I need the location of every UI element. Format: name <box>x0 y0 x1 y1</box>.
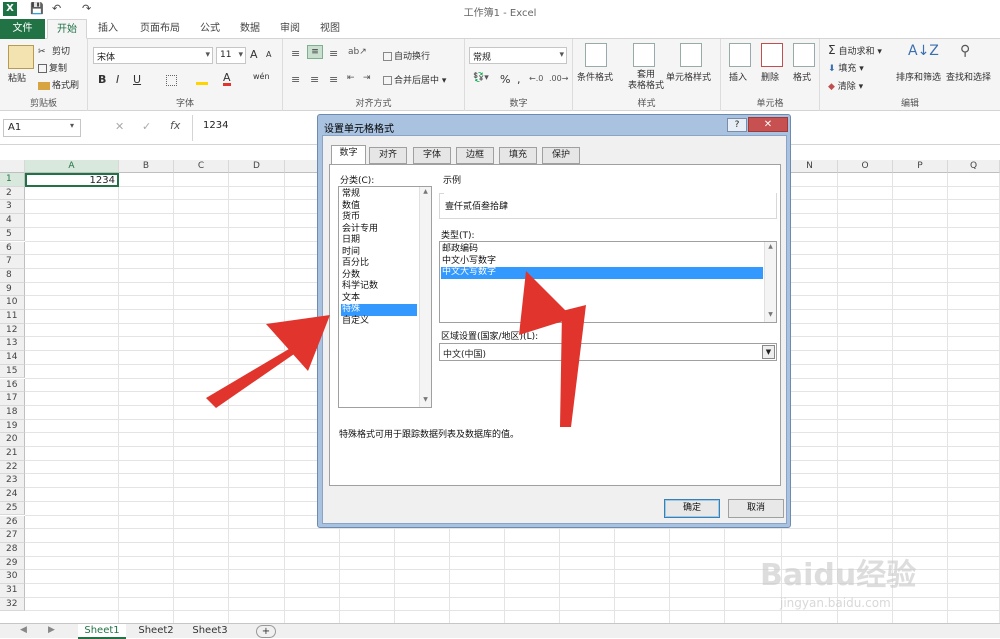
arrow-to-special-icon <box>206 315 330 408</box>
arrow-to-chinese-uppercase-icon <box>519 271 586 427</box>
annotation-arrows <box>206 271 586 427</box>
baidu-watermark-url: jingyan.baidu.com <box>780 596 891 610</box>
baidu-watermark: Baidu经验 <box>760 558 917 593</box>
